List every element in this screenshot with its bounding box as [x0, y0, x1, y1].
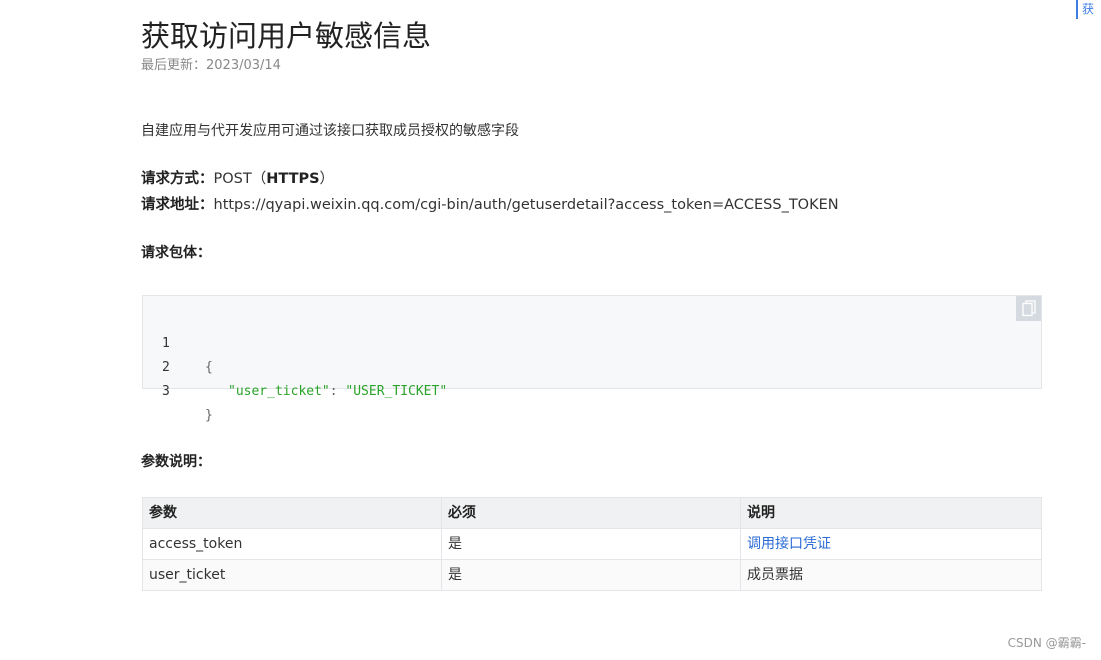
- param-description-cell: 调用接口凭证: [740, 528, 1042, 560]
- request-method-label: 请求方式：: [141, 171, 214, 187]
- watermark: CSDN @霸霸-: [1007, 636, 1086, 650]
- column-header-description: 说明: [740, 497, 1042, 529]
- code-line: 2 "user_ticket": "USER_TICKET": [143, 332, 447, 399]
- table-row: access_token 是 调用接口凭证: [142, 528, 1042, 560]
- params-table: 参数 必须 说明 access_token 是 调用接口凭证 user_tick…: [142, 497, 1042, 591]
- last-updated-label: 最后更新：: [141, 58, 207, 73]
- copy-icon: [1021, 300, 1036, 317]
- param-name-cell: user_ticket: [142, 559, 442, 591]
- column-header-required: 必须: [441, 497, 741, 529]
- param-name-cell: access_token: [142, 528, 442, 560]
- param-description-cell: 成员票据: [740, 559, 1042, 591]
- access-token-link[interactable]: 调用接口凭证: [747, 536, 831, 552]
- copy-button[interactable]: [1016, 296, 1041, 321]
- params-label: 参数说明：: [141, 454, 211, 470]
- side-nav-tab[interactable]: 获: [1076, 0, 1101, 19]
- request-url-value: https://qyapi.weixin.qq.com/cgi-bin/auth…: [213, 197, 839, 213]
- doc-page: 获 获取访问用户敏感信息 最后更新：2023/03/14 自建应用与代开发应用可…: [0, 0, 1101, 660]
- param-required-cell: 是: [441, 528, 741, 560]
- code-text: }: [205, 408, 213, 423]
- request-body-label: 请求包体：: [141, 245, 211, 261]
- json-key: "user_ticket": [228, 384, 330, 399]
- request-method-value: POST（: [213, 171, 267, 187]
- column-header-param: 参数: [142, 497, 442, 529]
- code-line: 3 }: [143, 356, 213, 423]
- json-value: "USER_TICKET": [345, 384, 448, 399]
- table-header-row: 参数 必须 说明: [142, 497, 1042, 529]
- request-url: 请求地址：https://qyapi.weixin.qq.com/cgi-bin…: [141, 195, 839, 215]
- code-line: 1 {: [143, 308, 213, 375]
- request-method-close: ）: [319, 171, 335, 187]
- api-description: 自建应用与代开发应用可通过该接口获取成员授权的敏感字段: [141, 123, 519, 139]
- request-url-label: 请求地址：: [141, 197, 214, 213]
- last-updated: 最后更新：2023/03/14: [141, 57, 281, 75]
- json-colon: :: [329, 384, 346, 399]
- last-updated-date: 2023/03/14: [206, 58, 281, 73]
- code-text: "user_ticket": "USER_TICKET": [228, 380, 447, 404]
- code-text: {: [205, 360, 213, 375]
- code-block: 1 { 2 "user_ticket": "USER_TICKET" 3 }: [142, 295, 1042, 423]
- page-title: 获取访问用户敏感信息: [141, 19, 432, 53]
- request-method-protocol: HTTPS: [266, 171, 320, 187]
- param-required-cell: 是: [441, 559, 741, 591]
- table-row: user_ticket 是 成员票据: [142, 559, 1042, 591]
- line-number: 3: [162, 384, 170, 399]
- request-method: 请求方式：POST（HTTPS）: [141, 169, 334, 189]
